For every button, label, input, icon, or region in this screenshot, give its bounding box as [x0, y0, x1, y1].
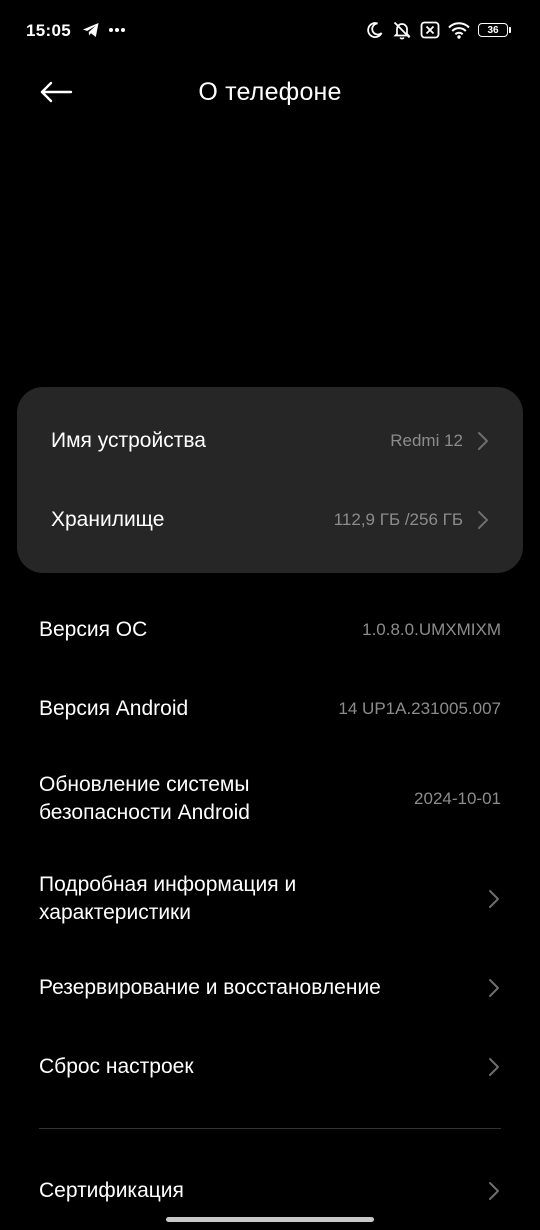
battery-icon: 36: [478, 23, 511, 37]
certification-label: Сертификация: [39, 1179, 184, 1202]
home-indicator[interactable]: [166, 1217, 374, 1222]
status-right-icons: 36: [366, 20, 511, 40]
details-label-line1: Подробная информация и: [39, 873, 297, 896]
security-update-row[interactable]: Обновление системы безопасности Android …: [0, 771, 540, 829]
status-time: 15:05: [26, 21, 71, 40]
device-name-value: Redmi 12: [390, 431, 463, 450]
details-label-line2: характеристики: [39, 901, 191, 924]
chevron-right-icon: [478, 432, 488, 450]
storage-label: Хранилище: [51, 508, 165, 531]
os-version-label: Версия ОС: [39, 618, 148, 641]
details-row[interactable]: Подробная информация и характеристики: [0, 871, 540, 929]
chevron-right-icon: [489, 979, 499, 997]
battery-level: 36: [487, 24, 499, 36]
storage-value: 112,9 ГБ /256 ГБ: [333, 510, 463, 529]
sim-off-icon: [420, 21, 440, 39]
status-left-icons: [82, 22, 126, 38]
android-version-label: Версия Android: [39, 697, 189, 720]
backup-row[interactable]: Резервирование и восстановление: [0, 974, 540, 1004]
backup-label: Резервирование и восстановление: [39, 976, 381, 999]
security-update-value: 2024-10-01: [414, 789, 501, 808]
android-version-row[interactable]: Версия Android 14 UP1A.231005.007: [0, 695, 540, 725]
moon-icon: [367, 22, 383, 38]
device-name-label: Имя устройства: [51, 429, 206, 452]
more-dots-icon: [109, 28, 125, 32]
telegram-icon: [83, 23, 99, 37]
chevron-right-icon: [478, 511, 488, 529]
security-update-label-line2: безопасности Android: [39, 801, 250, 824]
device-card: Имя устройства Redmi 12 Хранилище 112,9 …: [17, 387, 523, 573]
device-name-row[interactable]: Имя устройства Redmi 12: [17, 402, 523, 480]
section-divider: [39, 1128, 501, 1129]
status-bar: 15:05 36: [0, 0, 540, 64]
chevron-right-icon: [489, 1058, 499, 1076]
bell-off-icon: [393, 21, 411, 40]
chevron-right-icon: [489, 890, 499, 908]
storage-row[interactable]: Хранилище 112,9 ГБ /256 ГБ: [17, 481, 523, 559]
os-version-row[interactable]: Версия ОС 1.0.8.0.UMXMIXM: [0, 616, 540, 646]
wifi-icon: [448, 21, 470, 39]
reset-row[interactable]: Сброс настроек: [0, 1053, 540, 1083]
android-version-value: 14 UP1A.231005.007: [338, 699, 501, 718]
chevron-right-icon: [489, 1182, 499, 1200]
page-title: О телефоне: [198, 78, 342, 106]
os-version-value: 1.0.8.0.UMXMIXM: [362, 620, 501, 639]
reset-label: Сброс настроек: [39, 1055, 194, 1078]
security-update-label-line1: Обновление системы: [39, 773, 250, 796]
certification-row[interactable]: Сертификация: [0, 1177, 540, 1207]
